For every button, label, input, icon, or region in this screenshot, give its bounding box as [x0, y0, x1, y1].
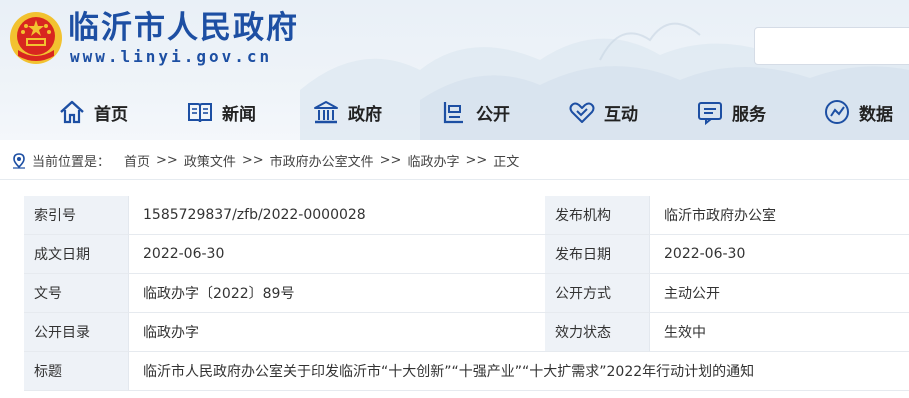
nav-item-interact[interactable]: 互动: [568, 92, 638, 132]
table-row: 成文日期 2022-06-30 发布日期 2022-06-30: [24, 235, 909, 274]
service-icon: [698, 102, 722, 126]
breadcrumb-separator: >>: [241, 153, 264, 168]
news-icon: [188, 103, 212, 123]
breadcrumb-separator: >>: [465, 153, 488, 168]
nav-label-home: 首页: [94, 104, 128, 125]
breadcrumb-office-files[interactable]: 市政府办公室文件: [270, 151, 374, 170]
nav-item-government[interactable]: 政府: [312, 92, 382, 132]
table-row: 索引号 1585729837/zfb/2022-0000028 发布机构 临沂市…: [24, 196, 909, 235]
nav-item-news[interactable]: 新闻: [186, 92, 256, 132]
nav-label-data: 数据: [859, 104, 893, 125]
main-nav: 首页 新闻 政府 公开 互动 服务 数据: [0, 92, 909, 132]
label-publish-date: 发布日期: [545, 235, 649, 274]
label-publisher: 发布机构: [545, 196, 649, 235]
nav-label-interact: 互动: [604, 104, 638, 125]
open-info-icon: [443, 102, 463, 124]
nav-label-government: 政府: [348, 104, 382, 125]
label-index-number: 索引号: [24, 196, 128, 235]
breadcrumb-prefix: 当前位置是：: [32, 155, 111, 170]
value-publisher: 临沂市政府办公室: [649, 196, 909, 235]
value-title: 临沂市人民政府办公室关于印发临沂市“十大创新”“十强产业”“十大扩需求”2022…: [128, 352, 909, 391]
government-building-icon: [314, 101, 338, 124]
value-index-number: 1585729837/zfb/2022-0000028: [128, 196, 545, 235]
breadcrumb-separator: >>: [379, 153, 402, 168]
breadcrumb-separator: >>: [156, 153, 178, 168]
data-icon: [825, 100, 849, 124]
breadcrumb: 当前位置是： 首页 >> 政策文件 >> 市政府办公室文件 >> 临政办字 >>…: [0, 142, 909, 180]
label-disclosure-method: 公开方式: [545, 274, 649, 313]
label-disclosure-catalog: 公开目录: [24, 313, 128, 352]
home-icon: [60, 100, 84, 124]
breadcrumb-policy-files[interactable]: 政策文件: [184, 151, 236, 170]
label-validity-status: 效力状态: [545, 313, 649, 352]
value-document-number: 临政办字〔2022〕89号: [128, 274, 545, 313]
nav-item-service[interactable]: 服务: [696, 92, 766, 132]
label-document-number: 文号: [24, 274, 128, 313]
site-url: www.linyi.gov.cn: [70, 47, 273, 66]
search-input[interactable]: [754, 27, 909, 65]
nav-label-news: 新闻: [222, 104, 256, 125]
value-written-date: 2022-06-30: [128, 235, 545, 274]
location-pin-icon: [13, 152, 25, 169]
site-header: 临沂市人民政府 www.linyi.gov.cn 首页 新闻 政府 公开 互动 …: [0, 0, 909, 140]
handshake-icon: [569, 102, 595, 123]
breadcrumb-linzhengbanzi[interactable]: 临政办字: [407, 151, 459, 170]
nav-item-home[interactable]: 首页: [58, 92, 128, 132]
value-disclosure-method: 主动公开: [649, 274, 909, 313]
nav-item-data[interactable]: 数据: [823, 92, 893, 132]
label-written-date: 成文日期: [24, 235, 128, 274]
national-emblem-icon: [10, 12, 62, 64]
site-title: 临沂市人民政府: [68, 10, 299, 46]
breadcrumb-home[interactable]: 首页: [124, 151, 150, 170]
value-publish-date: 2022-06-30: [649, 235, 909, 274]
value-disclosure-catalog: 临政办字: [128, 313, 545, 352]
breadcrumb-current: 正文: [493, 155, 520, 170]
table-row: 公开目录 临政办字 效力状态 生效中: [24, 313, 909, 352]
nav-item-open[interactable]: 公开: [440, 92, 510, 132]
document-info-table: 索引号 1585729837/zfb/2022-0000028 发布机构 临沂市…: [24, 196, 909, 391]
table-row: 标题 临沂市人民政府办公室关于印发临沂市“十大创新”“十强产业”“十大扩需求”2…: [24, 352, 909, 391]
label-title: 标题: [24, 352, 128, 391]
value-validity-status: 生效中: [649, 313, 909, 352]
table-row: 文号 临政办字〔2022〕89号 公开方式 主动公开: [24, 274, 909, 313]
nav-label-open: 公开: [476, 104, 510, 125]
nav-label-service: 服务: [732, 104, 766, 125]
